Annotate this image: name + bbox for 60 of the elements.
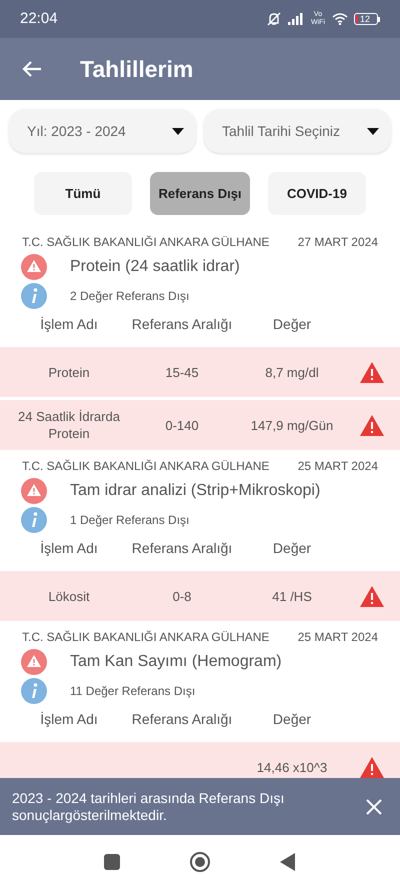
wifi-icon: [332, 13, 348, 25]
screen-title: Tahlillerim: [80, 54, 194, 84]
caret-icon: [172, 128, 184, 134]
test-name: Tam Kan Sayımı (Hemogram): [70, 652, 282, 672]
info-icon: [21, 507, 47, 533]
warning-icon: [360, 414, 384, 436]
column-header: İşlem Adı: [39, 538, 99, 558]
muted-bell-icon: [266, 12, 282, 26]
column-header: Referans Aralığı: [130, 314, 234, 334]
table-cell: 147,9 mg/Gün: [250, 416, 334, 434]
test-name: Protein (24 saatlik idrar): [70, 257, 240, 277]
warning-icon: [360, 362, 384, 382]
table-cell: 41 /HS: [272, 588, 312, 604]
close-icon: [366, 798, 382, 814]
out-of-range-count: 11 Değer Referans Dışı: [70, 683, 196, 700]
result-date: 25 MART 2024: [298, 458, 378, 475]
table-cell: 0-8: [172, 588, 192, 604]
test-name: Tam idrar analizi (Strip+Mikroskopi): [70, 481, 320, 501]
table-cell: 15-45: [165, 364, 199, 380]
signal-icon: [288, 13, 304, 25]
status-time: 22:04: [20, 8, 58, 29]
filter-tab[interactable]: COVID-19: [268, 172, 366, 215]
institution-name: T.C. SAĞLIK BAKANLIĞI ANKARA GÜLHANE: [22, 458, 270, 475]
filter-tab[interactable]: Tümü: [34, 172, 132, 215]
table-cell: 8,7 mg/dl: [265, 364, 319, 380]
dropdown[interactable]: Tahlil Tarihi Seçiniz: [204, 109, 391, 153]
info-icon: [21, 678, 47, 704]
warning-badge-icon: [21, 649, 47, 675]
column-header: İşlem Adı: [39, 710, 99, 729]
column-header: Değer: [272, 710, 312, 729]
battery-icon: 12: [354, 13, 380, 25]
back-nav-button[interactable]: [280, 852, 296, 870]
column-header: Değer: [272, 314, 312, 334]
caret-icon: [367, 128, 379, 134]
table-cell: 14,46 x10^3: [256, 758, 328, 776]
out-of-range-count: 1 Değer Referans Dışı: [70, 512, 190, 529]
filter-tab[interactable]: Referans Dışı: [150, 172, 250, 215]
institution-name: T.C. SAĞLIK BAKANLIĞI ANKARA GÜLHANE: [22, 234, 270, 251]
table-cell-text: 24 Saatlik İdrarda Protein: [17, 408, 121, 442]
result-date: 27 MART 2024: [298, 234, 378, 251]
table-cell: Protein: [48, 364, 90, 380]
institution-name: T.C. SAĞLIK BAKANLIĞI ANKARA GÜLHANE: [22, 629, 270, 646]
snackbar-message: 2023 - 2024 tarihleri arasında Referans Dışı sonuçlargösterilmektedir.: [12, 790, 286, 824]
out-of-range-count: 2 Değer Referans Dışı: [70, 288, 190, 305]
result-date: 25 MART 2024: [298, 629, 378, 646]
column-header: Referans Aralığı: [130, 710, 234, 729]
warning-icon: [360, 586, 384, 606]
column-header: İşlem Adı: [39, 314, 99, 334]
dropdown[interactable]: Yıl: 2023 - 2024: [9, 109, 196, 153]
home-button[interactable]: [190, 852, 210, 872]
table-cell: Lökosit: [48, 588, 90, 604]
recents-button[interactable]: [104, 854, 120, 870]
column-header: Değer: [272, 538, 312, 558]
table-cell: 0-140: [165, 416, 199, 434]
warning-badge-icon: [21, 254, 47, 280]
warning-badge-icon: [21, 478, 47, 504]
column-header: Referans Aralığı: [130, 538, 234, 558]
info-icon: [21, 283, 47, 309]
back-arrow-icon: [22, 60, 42, 78]
warning-icon: [360, 756, 384, 778]
